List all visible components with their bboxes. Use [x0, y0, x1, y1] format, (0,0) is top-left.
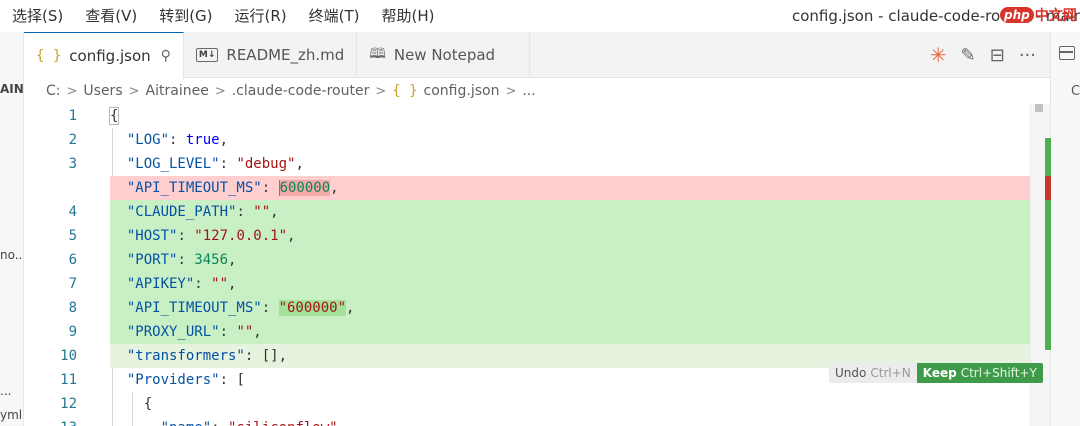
- code-text[interactable]: "APIKEY": "",: [110, 272, 1050, 296]
- added-line[interactable]: 6 "PORT": 3456,: [24, 248, 1050, 272]
- tab-label: New Notepad: [393, 46, 496, 64]
- chevron-right-icon: >: [214, 83, 226, 99]
- line-number: 6: [68, 252, 77, 268]
- breadcrumb-users[interactable]: Users: [83, 83, 122, 99]
- code-line[interactable]: 3 "LOG_LEVEL": "debug",: [24, 152, 1050, 176]
- added-line[interactable]: 7 "APIKEY": "",: [24, 272, 1050, 296]
- line-number: 10: [60, 348, 77, 364]
- breadcrumb-folder[interactable]: .claude-code-router: [232, 83, 370, 99]
- code-text[interactable]: "API_TIMEOUT_MS": 600000,: [110, 176, 1050, 200]
- undo-shortcut: Ctrl+N: [870, 366, 911, 380]
- menu-item[interactable]: 帮助(H): [382, 0, 435, 32]
- menu-item[interactable]: 查看(V): [85, 0, 137, 32]
- chevron-right-icon: >: [505, 83, 517, 99]
- line-number: 13: [24, 416, 77, 426]
- code-text[interactable]: "HOST": "127.0.0.1",: [110, 224, 1050, 248]
- json-braces-icon: { }: [392, 83, 418, 99]
- editor-tab-bar: { } config.json ⚲ M↓ README_zh.md 🕮 New …: [24, 32, 1050, 79]
- menu-item[interactable]: 终端(T): [309, 0, 360, 32]
- code-text[interactable]: "CLAUDE_PATH": "",: [110, 200, 1050, 224]
- code-text[interactable]: "PORT": 3456,: [110, 248, 1050, 272]
- code-line[interactable]: 13 "name": "siliconflow",: [24, 416, 1050, 426]
- watermark-badge: php: [1000, 7, 1034, 23]
- line-number: 4: [68, 204, 77, 220]
- edit-pen-icon[interactable]: ✎: [961, 45, 976, 66]
- editor-actions: ✳ ✎ ⊟ ···: [916, 32, 1036, 78]
- menu-item[interactable]: 转到(G): [159, 0, 212, 32]
- keep-shortcut: Ctrl+Shift+Y: [960, 366, 1037, 380]
- sidebar-item[interactable]: no...: [0, 248, 23, 262]
- book-icon: 🕮: [369, 46, 386, 62]
- addition-marker: [1045, 138, 1051, 176]
- added-line[interactable]: 4 "CLAUDE_PATH": "",: [24, 200, 1050, 224]
- chevron-right-icon: >: [66, 83, 78, 99]
- php-cn-watermark: php 中文网: [1000, 4, 1080, 26]
- code-line[interactable]: 2 "LOG": true,: [24, 128, 1050, 152]
- chevron-right-icon: >: [375, 83, 387, 99]
- tab-readme-zh[interactable]: M↓ README_zh.md: [184, 32, 358, 78]
- code-text[interactable]: {: [108, 104, 1050, 128]
- deletion-marker: [1045, 176, 1051, 200]
- sidebar-item[interactable]: ...: [0, 384, 11, 398]
- line-number: 2: [68, 132, 77, 148]
- tab-new-notepad[interactable]: 🕮 New Notepad: [357, 32, 531, 78]
- tab-label: README_zh.md: [226, 46, 345, 64]
- sidebar-section-label: AIN: [0, 82, 24, 96]
- breadcrumb-drive[interactable]: C:: [46, 83, 61, 99]
- code-line[interactable]: 12 {: [24, 392, 1050, 416]
- undo-button[interactable]: Undo Ctrl+N: [829, 363, 917, 383]
- tab-config-json[interactable]: { } config.json ⚲: [24, 32, 184, 79]
- addition-marker: [1045, 200, 1051, 350]
- keep-button[interactable]: Keep Ctrl+Shift+Y: [916, 363, 1043, 383]
- diff-review-widget: Undo Ctrl+N Keep Ctrl+Shift+Y: [829, 363, 1043, 383]
- breadcrumb: C: > Users > Aitrainee > .claude-code-ro…: [46, 80, 536, 102]
- line-number: 7: [68, 276, 77, 292]
- added-line[interactable]: 5 "HOST": "127.0.0.1",: [24, 224, 1050, 248]
- menu-bar: 选择(S) 查看(V) 转到(G) 运行(R) 终端(T) 帮助(H) config.js…: [0, 0, 1080, 32]
- panel-text-fragment: C: [1071, 84, 1080, 99]
- code-text[interactable]: "PROXY_URL": "",: [110, 320, 1050, 344]
- code-text[interactable]: "API_TIMEOUT_MS": "600000",: [110, 296, 1050, 320]
- keep-label: Keep: [922, 366, 957, 380]
- sidebar-item[interactable]: yml: [0, 408, 22, 422]
- menu-item[interactable]: 选择(S): [12, 0, 63, 32]
- code-text[interactable]: "name": "siliconflow",: [110, 416, 1050, 426]
- menu-items: 选择(S) 查看(V) 转到(G) 运行(R) 终端(T) 帮助(H): [0, 0, 457, 32]
- watermark-text: 中文网: [1034, 8, 1077, 24]
- more-actions-icon[interactable]: ···: [1019, 45, 1036, 66]
- markdown-icon: M↓: [195, 48, 219, 62]
- added-line[interactable]: 9 "PROXY_URL": "",: [24, 320, 1050, 344]
- secondary-panel: C: [1050, 32, 1080, 426]
- code-text[interactable]: "LOG": true,: [110, 128, 1050, 152]
- claude-sparkle-icon[interactable]: ✳: [930, 43, 947, 67]
- scrollbar-thumb[interactable]: [1035, 104, 1043, 112]
- chevron-right-icon: >: [128, 83, 140, 99]
- breadcrumb-file[interactable]: config.json: [424, 83, 500, 99]
- deleted-line[interactable]: "API_TIMEOUT_MS": 600000,: [24, 176, 1050, 200]
- added-line[interactable]: 8 "API_TIMEOUT_MS": "600000",: [24, 296, 1050, 320]
- pin-icon[interactable]: ⚲: [161, 48, 171, 64]
- split-editor-icon[interactable]: ⊟: [990, 45, 1005, 66]
- line-number: 12: [60, 396, 77, 412]
- tab-label: config.json: [69, 47, 151, 65]
- menu-item[interactable]: 运行(R): [235, 0, 287, 32]
- line-number: 3: [68, 156, 77, 172]
- json-braces-icon: { }: [36, 48, 62, 64]
- code-text[interactable]: "LOG_LEVEL": "debug",: [110, 152, 1050, 176]
- breadcrumb-symbols[interactable]: ...: [522, 83, 535, 99]
- undo-label: Undo: [835, 366, 867, 380]
- breadcrumb-user[interactable]: Aitrainee: [146, 83, 209, 99]
- line-number: 8: [68, 300, 77, 316]
- code-text[interactable]: {: [110, 392, 1050, 416]
- line-number: 1: [68, 108, 77, 124]
- explorer-sidebar: AIN no... ... yml: [0, 32, 24, 426]
- line-number: 11: [60, 372, 77, 388]
- line-number: 5: [68, 228, 77, 244]
- code-line[interactable]: 1{: [24, 104, 1050, 128]
- line-number: 9: [68, 324, 77, 340]
- panel-layout-icon[interactable]: [1059, 46, 1075, 60]
